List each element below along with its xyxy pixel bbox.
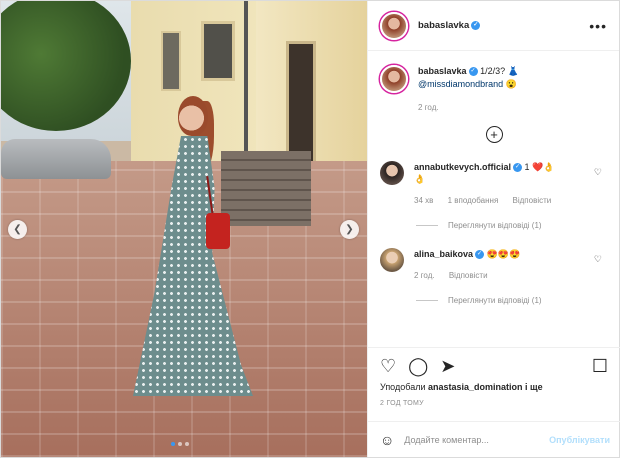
author-avatar[interactable] <box>380 11 408 40</box>
carousel-dot <box>185 442 189 446</box>
post-sidebar: babaslavka ✓ ••• babaslavka ✓ 1/2/3? 👗 @mi… <box>367 1 620 457</box>
comment-time: 2 год. <box>414 271 435 280</box>
post-actions: ♡ ◯ ➤ ☐ Уподобали anastasia_domination і… <box>368 347 620 407</box>
comment-meta: 2 год. Відповісти <box>414 270 594 282</box>
caption-time: 2 год. <box>418 103 439 112</box>
photo-drainpipe <box>244 1 248 171</box>
photo-steps <box>221 151 311 226</box>
bookmark-icon[interactable]: ☐ <box>592 357 608 375</box>
carousel-dot <box>178 442 182 446</box>
comment-avatar[interactable] <box>380 161 404 185</box>
caption-avatar[interactable] <box>380 65 408 93</box>
caption-username[interactable]: babaslavka <box>418 66 467 76</box>
verified-badge-icon: ✓ <box>513 163 523 173</box>
comment-time: 34 хв <box>414 196 434 205</box>
view-replies-button[interactable]: Переглянути відповіді (1) <box>416 221 608 230</box>
comment-item: annabutkevych.official ✓ 1 ❤️👌 👌 34 хв 1 … <box>380 161 608 207</box>
like-heart-icon[interactable]: ♡ <box>380 357 396 375</box>
post-photo[interactable]: ❮ ❯ <box>1 1 367 457</box>
caption-emoji: 😮 <box>505 79 517 89</box>
caption-mention[interactable]: @missdiamondbrand <box>418 79 503 89</box>
comment-avatar[interactable] <box>380 248 404 272</box>
photo-window <box>201 21 235 81</box>
caption-body: babaslavka ✓ 1/2/3? 👗 @missdiamondbrand 😮… <box>418 65 519 114</box>
comment-input[interactable] <box>404 434 550 445</box>
emoji-icon[interactable]: ☺ <box>380 432 394 448</box>
comment-reply-button[interactable]: Відповісти <box>449 271 488 280</box>
action-buttons: ♡ ◯ ➤ ☐ <box>380 354 608 378</box>
post-timestamp[interactable]: 2 ГОД ТОМУ <box>380 400 608 407</box>
photo-person-head <box>178 96 208 136</box>
post-header: babaslavka ✓ ••• <box>368 1 619 51</box>
load-more-comments-icon[interactable]: + <box>485 126 503 143</box>
comment-reply-button[interactable]: Відповісти <box>513 196 552 205</box>
comment-username[interactable]: annabutkevych.official <box>414 162 511 172</box>
photo-window <box>161 31 181 91</box>
caption-text: 1/2/3? 👗 <box>480 66 519 76</box>
view-replies-line <box>416 225 438 226</box>
carousel-dot-active <box>171 442 175 446</box>
chevron-right-icon[interactable]: ❯ <box>340 220 359 239</box>
author-username[interactable]: babaslavka ✓ <box>418 20 481 31</box>
caption: babaslavka ✓ 1/2/3? 👗 @missdiamondbrand 😮… <box>380 65 608 114</box>
comment-item: alina_baikova ✓ 😍😍😍 2 год. Відповісти ♡ <box>380 248 608 282</box>
publish-button[interactable]: Опублікувати <box>549 435 610 445</box>
comment-text: 😍😍😍 <box>486 249 521 259</box>
liked-by-suffix[interactable]: і ще <box>525 382 543 392</box>
liked-by-user[interactable]: anastasia_domination <box>428 382 523 392</box>
comment-like-heart-icon[interactable]: ♡ <box>594 167 602 178</box>
instagram-post: ❮ ❯ babaslavka ✓ ••• babaslavka ✓ 1/2/3? 👗… <box>0 0 620 458</box>
add-comment-bar: ☺ Опублікувати <box>368 421 620 457</box>
comment-bubble-icon[interactable]: ◯ <box>408 357 428 375</box>
chevron-left-icon[interactable]: ❮ <box>8 220 27 239</box>
carousel-dots <box>171 442 189 446</box>
comment-likes[interactable]: 1 вподобання <box>448 196 499 205</box>
comment-body: alina_baikova ✓ 😍😍😍 2 год. Відповісти <box>414 248 594 282</box>
photo-red-bag <box>206 213 230 249</box>
view-replies-button[interactable]: Переглянути відповіді (1) <box>416 296 608 305</box>
comment-meta: 34 хв 1 вподобання Відповісти <box>414 195 594 207</box>
comment-text-extra: 👌 <box>414 174 426 184</box>
verified-badge-icon: ✓ <box>468 67 478 77</box>
comment-username[interactable]: alina_baikova <box>414 249 473 259</box>
comments-section: babaslavka ✓ 1/2/3? 👗 @missdiamondbrand 😮… <box>368 51 620 347</box>
liked-by-prefix: Уподобали <box>380 382 426 392</box>
photo-parked-car <box>1 139 111 179</box>
verified-badge-icon: ✓ <box>475 250 485 260</box>
verified-badge-icon: ✓ <box>471 20 481 30</box>
comment-like-heart-icon[interactable]: ♡ <box>594 254 602 265</box>
more-options-icon[interactable]: ••• <box>589 18 607 34</box>
view-replies-line <box>416 300 438 301</box>
liked-by: Уподобали anastasia_domination і ще <box>380 382 608 392</box>
comment-text: 1 ❤️👌 <box>524 162 555 172</box>
caption-meta: 2 год. <box>418 101 519 114</box>
view-replies-label: Переглянути відповіді (1) <box>448 221 542 230</box>
share-send-icon[interactable]: ➤ <box>440 357 455 375</box>
view-replies-label: Переглянути відповіді (1) <box>448 296 542 305</box>
comment-body: annabutkevych.official ✓ 1 ❤️👌 👌 34 хв 1 … <box>414 161 594 207</box>
